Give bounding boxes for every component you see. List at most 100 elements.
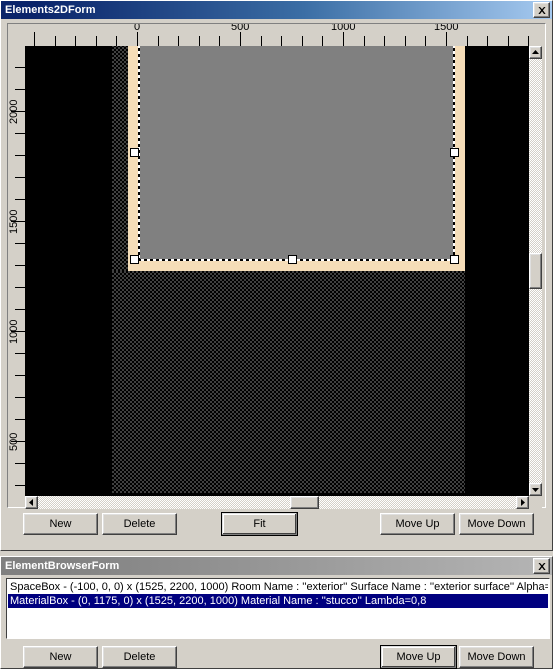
elementbrowser-title: ElementBrowserForm: [5, 560, 120, 572]
ruler-tick-minor: [15, 199, 25, 200]
ruler-label-v: 500: [8, 432, 20, 451]
horizontal-ruler: 0 500 1000 1500: [25, 24, 529, 46]
ruler-tick-minor: [322, 36, 323, 46]
vertical-ruler: 2000 1500 1000 500: [8, 46, 25, 496]
ruler-tick-minor: [467, 36, 468, 46]
selection-rectangle[interactable]: [138, 46, 455, 261]
ruler-tick-minor: [15, 133, 25, 134]
ruler-tick-minor: [15, 375, 25, 376]
element-listbox[interactable]: SpaceBox - (-100, 0, 0) x (1525, 2200, 1…: [8, 580, 548, 638]
ruler-tick-minor: [15, 397, 25, 398]
ruler-tick-major: [446, 32, 447, 46]
move-down-button-label: Move Down: [467, 651, 526, 663]
ruler-label-v: 1500: [8, 209, 20, 234]
elements2d-titlebar[interactable]: Elements2DForm: [1, 1, 552, 19]
ruler-tick-minor: [15, 265, 25, 266]
arrow-down-icon: [532, 488, 539, 492]
scroll-up-button[interactable]: [529, 46, 542, 59]
fit-button[interactable]: Fit: [221, 512, 298, 536]
horizontal-scrollbar[interactable]: [25, 496, 529, 509]
list-item[interactable]: SpaceBox - (-100, 0, 0) x (1525, 2200, 1…: [8, 580, 548, 594]
handle-bottom-right[interactable]: [450, 255, 459, 264]
drawing-canvas[interactable]: [25, 46, 529, 496]
handle-bottom-left[interactable]: [130, 255, 139, 264]
ruler-tick-minor: [15, 463, 25, 464]
horizontal-ruler-ticks: 0 500 1000 1500: [25, 24, 529, 46]
ruler-tick-major: [343, 32, 344, 46]
ruler-tick-minor: [15, 485, 25, 486]
ruler-tick-minor: [261, 36, 262, 46]
arrow-up-icon: [532, 50, 539, 54]
ruler-tick-minor: [158, 36, 159, 46]
ruler-label-v: 1000: [8, 319, 20, 344]
ruler-tick-major: [34, 32, 35, 46]
scroll-left-button[interactable]: [25, 496, 38, 509]
delete-button[interactable]: Delete: [102, 646, 177, 668]
delete-button[interactable]: Delete: [102, 513, 177, 535]
ruler-tick-minor: [178, 36, 179, 46]
new-button-label: New: [49, 651, 72, 663]
ruler-tick-minor: [364, 36, 365, 46]
elements2d-window: Elements2DForm 0 500 1000 1500 2000 1500 1000…: [0, 0, 553, 551]
scrollbar-corner: [529, 496, 542, 509]
ruler-label-v: 2000: [8, 99, 20, 124]
ruler-tick-minor: [15, 177, 25, 178]
ruler-label-h: 500: [231, 24, 250, 33]
horizontal-scroll-thumb[interactable]: [290, 496, 319, 509]
ruler-tick-minor: [425, 36, 426, 46]
ruler-tick-minor: [528, 36, 529, 46]
ruler-label-h: 0: [134, 24, 141, 33]
ruler-label-h: 1000: [331, 24, 356, 33]
fit-button-label: Fit: [253, 518, 266, 530]
bottom-hatch: [112, 271, 465, 493]
delete-button-label: Delete: [123, 518, 156, 530]
elementbrowser-window: ElementBrowserForm SpaceBox - (-100, 0, …: [0, 556, 553, 669]
close-icon[interactable]: [533, 558, 550, 574]
elementbrowser-client: SpaceBox - (-100, 0, 0) x (1525, 2200, 1…: [2, 576, 551, 669]
drawing-panel: 0 500 1000 1500 2000 1500 1000 500: [7, 23, 546, 509]
ruler-tick-minor: [405, 36, 406, 46]
ruler-tick-minor: [96, 36, 97, 46]
ruler-tick-minor: [487, 36, 488, 46]
scroll-down-button[interactable]: [529, 483, 542, 496]
arrow-right-icon: [521, 499, 525, 506]
close-icon[interactable]: [533, 2, 550, 18]
vertical-scroll-thumb[interactable]: [529, 253, 542, 289]
ruler-tick-minor: [55, 36, 56, 46]
move-up-button-label: Move Up: [396, 651, 441, 663]
move-down-button-label: Move Down: [467, 518, 526, 530]
left-hatch: [112, 46, 128, 271]
ruler-tick-minor: [384, 36, 385, 46]
delete-button-label: Delete: [123, 651, 156, 663]
handle-mid-left[interactable]: [130, 148, 139, 157]
ruler-tick-minor: [15, 309, 25, 310]
move-down-button[interactable]: Move Down: [459, 646, 534, 668]
elements2d-client: 0 500 1000 1500 2000 1500 1000 500 New D…: [2, 20, 551, 550]
ruler-tick-minor: [15, 353, 25, 354]
close-glyph: [537, 562, 546, 570]
ruler-tick-minor: [15, 67, 25, 68]
list-item[interactable]: MaterialBox - (0, 1175, 0) x (1525, 2200…: [8, 594, 548, 608]
ruler-tick-minor: [75, 36, 76, 46]
new-button[interactable]: New: [23, 513, 98, 535]
ruler-tick-minor: [15, 243, 25, 244]
ruler-tick-minor: [219, 36, 220, 46]
move-down-button[interactable]: Move Down: [459, 513, 534, 535]
handle-mid-right[interactable]: [450, 148, 459, 157]
ruler-tick-minor: [116, 36, 117, 46]
elements2d-title: Elements2DForm: [5, 4, 96, 16]
vertical-ruler-ticks: 2000 1500 1000 500: [8, 46, 25, 496]
move-up-button[interactable]: Move Up: [380, 645, 457, 669]
new-button[interactable]: New: [23, 646, 98, 668]
vertical-scrollbar[interactable]: [529, 46, 542, 496]
handle-bottom-center[interactable]: [288, 255, 297, 264]
close-glyph: [537, 6, 546, 14]
ruler-tick-minor: [15, 287, 25, 288]
ruler-tick-minor: [15, 155, 25, 156]
move-up-button[interactable]: Move Up: [380, 513, 455, 535]
scroll-right-button[interactable]: [516, 496, 529, 509]
ruler-tick-minor: [199, 36, 200, 46]
ruler-tick-major: [240, 32, 241, 46]
elementbrowser-titlebar[interactable]: ElementBrowserForm: [1, 557, 552, 575]
move-up-button-label: Move Up: [395, 518, 440, 530]
